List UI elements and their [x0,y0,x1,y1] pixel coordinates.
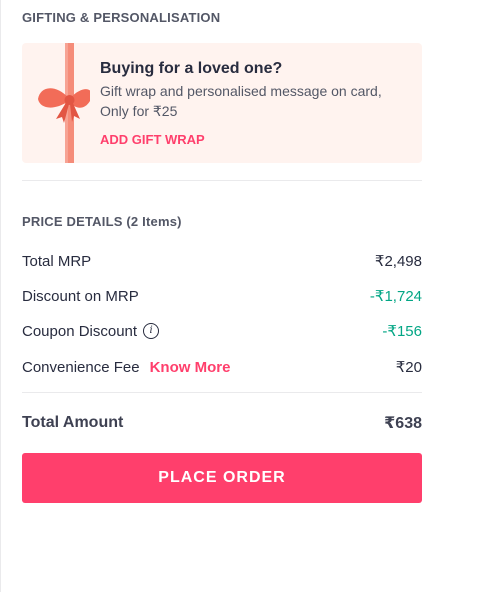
coupon-label-wrap: Coupon Discount i [22,322,160,340]
discount-value: -₹1,724 [369,288,422,305]
discount-label: Discount on MRP [22,287,139,305]
gift-ribbon-icon [38,43,90,163]
total-amount-row: Total Amount ₹638 [22,412,422,434]
section-divider [22,180,422,181]
know-more-link[interactable]: Know More [150,359,231,376]
gifting-section-title: GIFTING & PERSONALISATION [22,10,221,25]
price-row-coupon: Coupon Discount i -₹156 [22,321,422,341]
coupon-value: -₹156 [382,323,422,340]
add-gift-wrap-link[interactable]: ADD GIFT WRAP [100,132,205,147]
coupon-label: Coupon Discount [22,322,138,340]
panel-left-border [0,0,1,592]
convenience-label: Convenience Fee [22,358,140,376]
gift-wrap-card: Buying for a loved one? Gift wrap and pe… [22,43,422,163]
convenience-label-wrap: Convenience Fee Know More [22,359,230,376]
gift-heading: Buying for a loved one? [100,60,283,77]
price-details-title: PRICE DETAILS (2 Items) [22,214,182,229]
total-amount-value: ₹638 [384,415,422,432]
total-divider [22,392,422,393]
total-mrp-value: ₹2,498 [374,253,422,270]
price-row-discount: Discount on MRP -₹1,724 [22,286,422,306]
info-icon[interactable]: i [143,323,160,339]
convenience-value: ₹20 [395,359,422,376]
price-row-convenience: Convenience Fee Know More ₹20 [22,357,422,377]
total-mrp-label: Total MRP [22,252,92,270]
price-row-total-mrp: Total MRP ₹2,498 [22,251,422,271]
total-amount-label: Total Amount [22,414,124,431]
place-order-button[interactable]: PLACE ORDER [22,453,422,503]
gift-description: Gift wrap and personalised message on ca… [100,83,382,119]
